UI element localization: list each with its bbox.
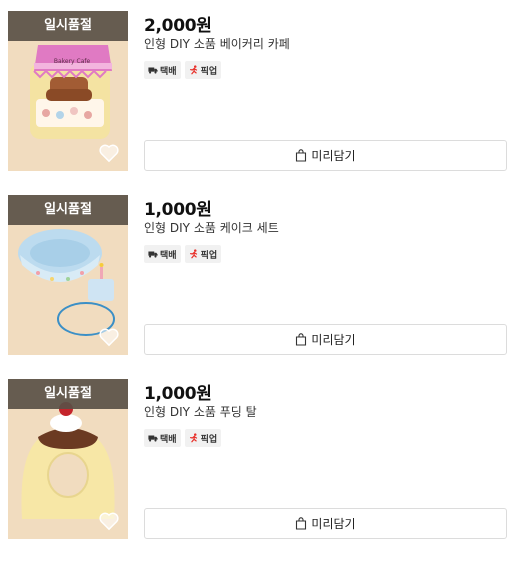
cart-button[interactable]: 미리담기: [144, 508, 507, 539]
heart-icon[interactable]: [98, 143, 120, 163]
shopping-bag-icon: [296, 149, 307, 162]
product-item[interactable]: 일시품절 1,000원 인형 DIY 소품 푸딩 탈 택배 픽업 미리담기: [8, 379, 507, 539]
heart-icon[interactable]: [98, 327, 120, 347]
delivery-badge: 택배: [144, 61, 181, 79]
shopping-bag-icon: [296, 333, 307, 346]
truck-icon: [148, 251, 158, 258]
cart-button[interactable]: 미리담기: [144, 140, 507, 171]
product-image[interactable]: 일시품절: [8, 195, 128, 355]
pickup-badge: 픽업: [184, 245, 222, 263]
price: 1,000원: [144, 200, 212, 220]
delivery-badge: 택배: [144, 245, 181, 263]
truck-icon: [148, 67, 158, 74]
shopping-bag-icon: [296, 517, 307, 530]
soldout-label: 일시품절: [8, 379, 128, 409]
product-name[interactable]: 인형 DIY 소품 베이커리 카페: [144, 35, 290, 52]
svg-text:Bakery Cafe: Bakery Cafe: [54, 58, 91, 65]
soldout-label: 일시품절: [8, 195, 128, 225]
heart-icon[interactable]: [98, 511, 120, 531]
product-item[interactable]: 일시품절 1,000원 인형 DIY 소품 케이크 세트 택배 픽업 미리담기: [8, 195, 507, 355]
pickup-badge: 픽업: [184, 429, 222, 447]
truck-icon: [148, 435, 158, 442]
running-person-icon: [189, 249, 197, 259]
running-person-icon: [189, 65, 197, 75]
product-item[interactable]: Bakery Cafe 일시품절 2,000원 인형 DIY 소품 베이커리 카…: [8, 11, 507, 171]
product-image[interactable]: Bakery Cafe 일시품절: [8, 11, 128, 171]
product-name[interactable]: 인형 DIY 소품 케이크 세트: [144, 219, 279, 236]
product-name[interactable]: 인형 DIY 소품 푸딩 탈: [144, 403, 257, 420]
soldout-label: 일시품절: [8, 11, 128, 41]
cart-button[interactable]: 미리담기: [144, 324, 507, 355]
price: 1,000원: [144, 384, 212, 404]
delivery-badge: 택배: [144, 429, 181, 447]
running-person-icon: [189, 433, 197, 443]
product-image[interactable]: 일시품절: [8, 379, 128, 539]
pickup-badge: 픽업: [184, 61, 222, 79]
price: 2,000원: [144, 16, 212, 36]
